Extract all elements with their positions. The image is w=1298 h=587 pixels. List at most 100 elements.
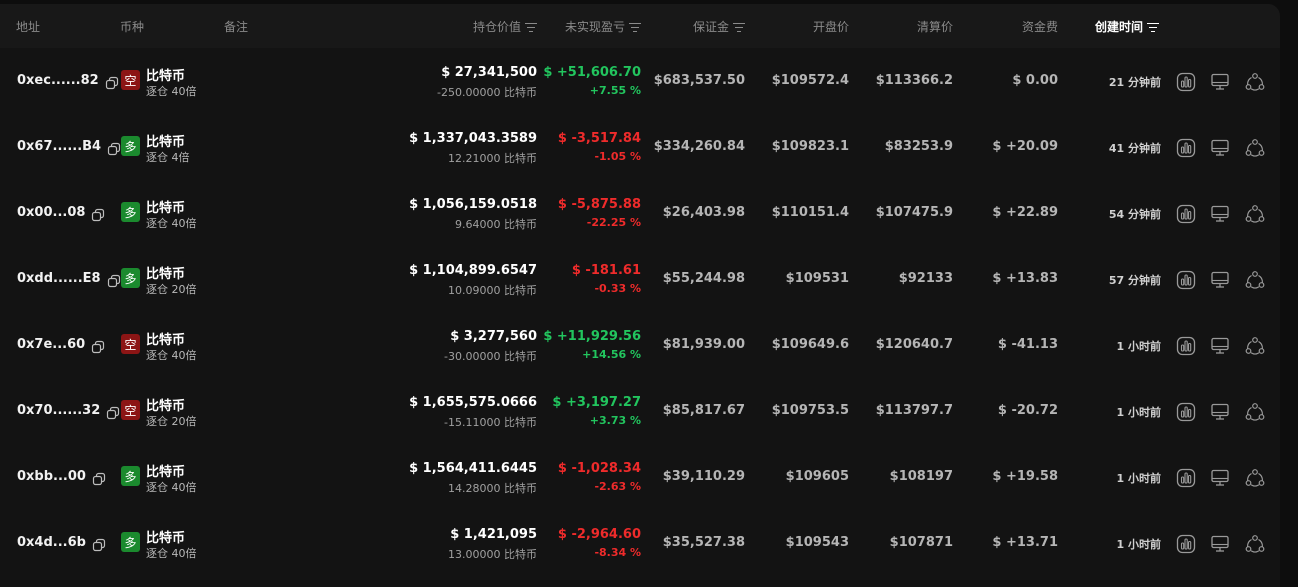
open-price: $109572.4 [771, 73, 849, 88]
chart-icon[interactable] [1176, 270, 1196, 290]
margin-value: $55,244.98 [662, 271, 745, 286]
position-value: $ 1,655,575.0666 [409, 395, 537, 410]
address-text[interactable]: 0x70......32 [17, 403, 100, 418]
address-text[interactable]: 0xec......82 [17, 73, 99, 88]
header-unrealized-pnl[interactable]: 未实现盈亏 [565, 18, 641, 35]
open-price: $109649.6 [771, 337, 849, 352]
address-text[interactable]: 0xdd......E8 [17, 271, 101, 286]
chart-icon[interactable] [1176, 204, 1196, 224]
position-value: $ 1,056,159.0518 [409, 197, 537, 212]
funding-fee: $ +22.89 [992, 205, 1058, 220]
address-cell[interactable]: 0x4d...6b [17, 535, 106, 552]
copy-icon[interactable] [91, 340, 105, 354]
created-time: 1 小时前 [1116, 340, 1161, 353]
monitor-icon[interactable] [1210, 402, 1230, 422]
funding-fee: $ +19.58 [992, 469, 1058, 484]
open-price: $109605 [785, 469, 849, 484]
share-icon[interactable] [1245, 72, 1265, 92]
monitor-icon[interactable] [1210, 468, 1230, 488]
header-open-price: 开盘价 [812, 20, 849, 34]
address-cell[interactable]: 0x67......B4 [17, 139, 121, 156]
margin-value: $683,537.50 [653, 73, 745, 88]
copy-icon[interactable] [105, 76, 119, 90]
funding-fee: $ 0.00 [1012, 73, 1058, 88]
table-row[interactable]: 0xec......82 空 比特币 逐仓 40倍 $ 27,341,500 -… [0, 48, 1280, 114]
address-text[interactable]: 0x00...08 [17, 205, 85, 220]
chart-icon[interactable] [1176, 534, 1196, 554]
copy-icon[interactable] [92, 472, 106, 486]
position-size: 9.64000 比特币 [455, 218, 537, 231]
open-price: $109531 [785, 271, 849, 286]
unrealized-pnl-percent: -8.34 % [594, 546, 641, 559]
header-address: 地址 [16, 20, 41, 34]
address-text[interactable]: 0xbb...00 [17, 469, 86, 484]
created-time: 54 分钟前 [1108, 208, 1161, 221]
coin-name: 比特币 [146, 201, 186, 216]
sort-icon [629, 22, 641, 32]
monitor-icon[interactable] [1210, 204, 1230, 224]
copy-icon[interactable] [92, 538, 106, 552]
chart-icon[interactable] [1176, 72, 1196, 92]
created-time: 57 分钟前 [1108, 274, 1161, 287]
address-cell[interactable]: 0xbb...00 [17, 469, 106, 486]
side-badge: 多 [121, 268, 140, 288]
address-cell[interactable]: 0x7e...60 [17, 337, 105, 354]
position-size: -250.00000 比特币 [437, 86, 537, 99]
margin-value: $35,527.38 [662, 535, 745, 550]
share-icon[interactable] [1245, 534, 1265, 554]
chart-icon[interactable] [1176, 138, 1196, 158]
unrealized-pnl: $ -3,517.84 [557, 131, 641, 146]
header-coin: 币种 [120, 20, 145, 34]
share-icon[interactable] [1245, 204, 1265, 224]
position-value: $ 1,564,411.6445 [409, 461, 537, 476]
table-row[interactable]: 0xbb...00 多 比特币 逐仓 40倍 $ 1,564,411.6445 … [0, 444, 1280, 510]
copy-icon[interactable] [107, 274, 121, 288]
position-size: -15.11000 比特币 [444, 416, 537, 429]
copy-icon[interactable] [91, 208, 105, 222]
address-text[interactable]: 0x4d...6b [17, 535, 86, 550]
header-margin[interactable]: 保证金 [693, 18, 745, 35]
address-cell[interactable]: 0xdd......E8 [17, 271, 121, 288]
share-icon[interactable] [1245, 402, 1265, 422]
table-row[interactable]: 0x4d...6b 多 比特币 逐仓 40倍 $ 1,421,095 13.00… [0, 510, 1280, 576]
address-text[interactable]: 0x67......B4 [17, 139, 101, 154]
unrealized-pnl: $ +11,929.56 [543, 329, 641, 344]
share-icon[interactable] [1245, 270, 1265, 290]
margin-value: $85,817.67 [662, 403, 745, 418]
coin-name: 比特币 [146, 399, 186, 414]
unrealized-pnl-percent: -2.63 % [594, 480, 641, 493]
share-icon[interactable] [1245, 336, 1265, 356]
table-row[interactable]: 0x67......B4 多 比特币 逐仓 4倍 $ 1,337,043.358… [0, 114, 1280, 180]
monitor-icon[interactable] [1210, 534, 1230, 554]
table-row[interactable]: 0x7e...60 空 比特币 逐仓 40倍 $ 3,277,560 -30.0… [0, 312, 1280, 378]
unrealized-pnl-percent: -0.33 % [594, 282, 641, 295]
liquidation-price: $113797.7 [875, 403, 953, 418]
share-icon[interactable] [1245, 468, 1265, 488]
header-created-time[interactable]: 创建时间 [1095, 18, 1160, 35]
copy-icon[interactable] [106, 406, 120, 420]
header-position-value[interactable]: 持仓价值 [473, 18, 537, 35]
sort-icon [1147, 22, 1160, 32]
chart-icon[interactable] [1176, 402, 1196, 422]
unrealized-pnl: $ -1,028.34 [557, 461, 641, 476]
address-cell[interactable]: 0x00...08 [17, 205, 105, 222]
address-cell[interactable]: 0x70......32 [17, 403, 120, 420]
open-price: $110151.4 [771, 205, 849, 220]
address-text[interactable]: 0x7e...60 [17, 337, 85, 352]
coin-name: 比特币 [146, 267, 186, 282]
chart-icon[interactable] [1176, 468, 1196, 488]
share-icon[interactable] [1245, 138, 1265, 158]
address-cell[interactable]: 0xec......82 [17, 73, 119, 90]
created-time: 1 小时前 [1116, 538, 1161, 551]
chart-icon[interactable] [1176, 336, 1196, 356]
position-size: 10.09000 比特币 [448, 284, 537, 297]
copy-icon[interactable] [107, 142, 121, 156]
table-row[interactable]: 0x00...08 多 比特币 逐仓 40倍 $ 1,056,159.0518 … [0, 180, 1280, 246]
table-row[interactable]: 0xdd......E8 多 比特币 逐仓 20倍 $ 1,104,899.65… [0, 246, 1280, 312]
monitor-icon[interactable] [1210, 336, 1230, 356]
monitor-icon[interactable] [1210, 72, 1230, 92]
table-row[interactable]: 0x70......32 空 比特币 逐仓 20倍 $ 1,655,575.06… [0, 378, 1280, 444]
coin-name: 比特币 [146, 333, 186, 348]
monitor-icon[interactable] [1210, 270, 1230, 290]
monitor-icon[interactable] [1210, 138, 1230, 158]
